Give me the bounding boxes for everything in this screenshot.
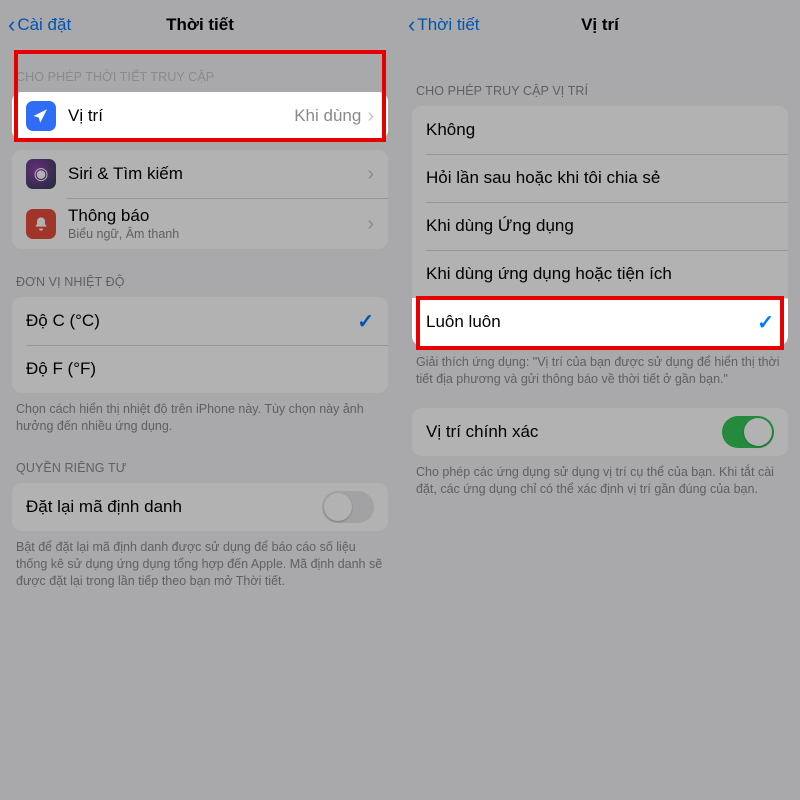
settings-weather-pane: ‹ Cài đặt Thời tiết CHO PHÉP THỜI TIẾT T…	[0, 0, 400, 800]
precise-location-label: Vị trí chính xác	[426, 422, 722, 442]
bell-icon	[26, 209, 56, 239]
option-while-label: Khi dùng Ứng dụng	[426, 216, 774, 236]
reset-footer: Bật để đặt lại mã định danh được sử dụng…	[0, 531, 400, 590]
row-reset-label: Đặt lại mã định danh	[26, 497, 322, 517]
back-button[interactable]: ‹ Thời tiết	[408, 14, 480, 36]
back-button[interactable]: ‹ Cài đặt	[8, 14, 71, 36]
chevron-right-icon: ›	[367, 164, 374, 184]
temp-unit-group: Độ C (°C) ✓ Độ F (°F)	[12, 297, 388, 393]
check-icon: ✓	[757, 310, 774, 335]
location-row-highlight: Vị trí Khi dùng ›	[12, 92, 388, 140]
back-label: Cài đặt	[17, 15, 71, 35]
chevron-left-icon: ‹	[8, 14, 15, 36]
nav-bar: ‹ Thời tiết Vị trí	[400, 0, 800, 44]
option-while-using[interactable]: Khi dùng Ứng dụng	[412, 202, 788, 250]
chevron-left-icon: ‹	[408, 14, 415, 36]
access-group-rest: ◉ Siri & Tìm kiếm › Thông báo Biểu ngữ, …	[12, 150, 388, 249]
precise-location-toggle[interactable]	[722, 416, 774, 448]
row-location-label: Vị trí	[68, 106, 294, 126]
option-ask[interactable]: Hỏi lần sau hoặc khi tôi chia sẻ	[412, 154, 788, 202]
location-icon	[26, 101, 56, 131]
location-permission-pane: ‹ Thời tiết Vị trí CHO PHÉP TRUY CẬP VỊ …	[400, 0, 800, 800]
chevron-right-icon: ›	[367, 214, 374, 234]
nav-bar: ‹ Cài đặt Thời tiết	[0, 0, 400, 44]
option-while-widgets[interactable]: Khi dùng ứng dụng hoặc tiện ích	[412, 250, 788, 298]
row-notifications-label: Thông báo	[68, 206, 367, 226]
row-celsius[interactable]: Độ C (°C) ✓	[12, 297, 388, 345]
row-celsius-label: Độ C (°C)	[26, 311, 357, 331]
row-notifications-sub: Biểu ngữ, Âm thanh	[68, 227, 367, 241]
back-label: Thời tiết	[417, 15, 479, 35]
row-location[interactable]: Vị trí Khi dùng ›	[12, 92, 388, 140]
row-precise-location[interactable]: Vị trí chính xác	[412, 408, 788, 456]
option-none-label: Không	[426, 120, 774, 140]
privacy-group: Đặt lại mã định danh	[12, 483, 388, 531]
row-siri[interactable]: ◉ Siri & Tìm kiếm ›	[12, 150, 388, 198]
precise-footer: Cho phép các ứng dụng sử dụng vị trí cụ …	[400, 456, 800, 498]
row-notifications[interactable]: Thông báo Biểu ngữ, Âm thanh ›	[12, 198, 388, 249]
option-none[interactable]: Không	[412, 106, 788, 154]
section-header-permission: CHO PHÉP TRUY CẬP VỊ TRÍ	[400, 44, 800, 106]
check-icon: ✓	[357, 309, 374, 334]
row-fahrenheit-label: Độ F (°F)	[26, 359, 374, 379]
reset-identifier-toggle[interactable]	[322, 491, 374, 523]
precise-location-group: Vị trí chính xác	[412, 408, 788, 456]
row-fahrenheit[interactable]: Độ F (°F)	[12, 345, 388, 393]
row-reset-identifier[interactable]: Đặt lại mã định danh	[12, 483, 388, 531]
permission-explain: Giải thích ứng dụng: "Vị trí của bạn đượ…	[400, 346, 800, 388]
option-always-label: Luôn luôn	[426, 312, 757, 332]
temp-footer: Chọn cách hiển thị nhiệt độ trên iPhone …	[0, 393, 400, 435]
row-location-detail: Khi dùng	[294, 106, 361, 126]
option-always[interactable]: Luôn luôn ✓	[412, 298, 788, 346]
permission-options-group: Không Hỏi lần sau hoặc khi tôi chia sẻ K…	[412, 106, 788, 346]
chevron-right-icon: ›	[367, 106, 374, 126]
section-header-access: CHO PHÉP THỜI TIẾT TRUY CẬP	[0, 44, 400, 92]
section-header-privacy: QUYỀN RIÊNG TƯ	[0, 435, 400, 483]
siri-icon: ◉	[26, 159, 56, 189]
option-while-widgets-label: Khi dùng ứng dụng hoặc tiện ích	[426, 264, 774, 284]
row-siri-label: Siri & Tìm kiếm	[68, 164, 367, 184]
section-header-temp: ĐƠN VỊ NHIỆT ĐỘ	[0, 249, 400, 297]
option-ask-label: Hỏi lần sau hoặc khi tôi chia sẻ	[426, 168, 774, 188]
